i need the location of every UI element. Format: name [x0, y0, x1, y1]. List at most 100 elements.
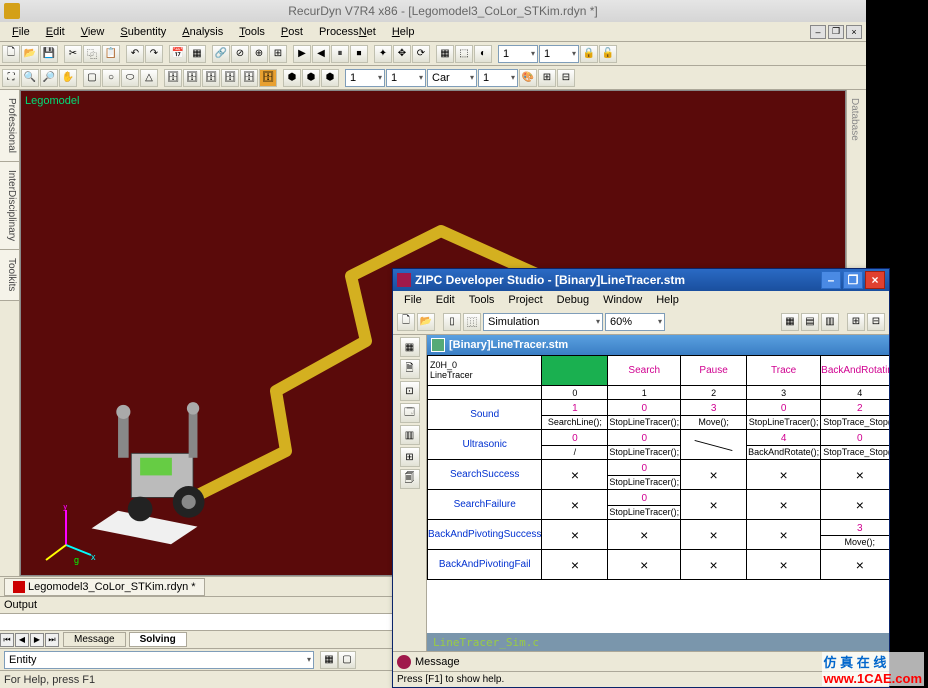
- combo-6[interactable]: 1: [478, 69, 518, 87]
- menu-post[interactable]: Post: [273, 24, 311, 40]
- unlink-icon[interactable]: ⊘: [231, 45, 249, 63]
- side-tab-interdisciplinary[interactable]: InterDisciplinary: [0, 162, 19, 250]
- stm-cell[interactable]: ×: [681, 550, 747, 580]
- stm-cell[interactable]: 0StopTrace_Stop();: [821, 430, 889, 460]
- palette-icon[interactable]: 🎨: [519, 69, 537, 87]
- zipc-menu-window[interactable]: Window: [596, 293, 649, 307]
- zipc-new-icon[interactable]: 🗋: [397, 313, 415, 331]
- stm-cell[interactable]: ×: [542, 460, 608, 490]
- output-tab-solving[interactable]: Solving: [129, 632, 187, 647]
- side-tab-database[interactable]: Database: [847, 90, 862, 149]
- zipc-lt6-icon[interactable]: ⊞: [400, 447, 420, 467]
- nav-next-icon[interactable]: ▶: [30, 633, 44, 647]
- menu-tools[interactable]: Tools: [231, 24, 273, 40]
- combo-2[interactable]: 1: [539, 45, 579, 63]
- stm-cell[interactable]: 2StopTrace_Stop();: [821, 400, 889, 430]
- redo-icon[interactable]: ↷: [145, 45, 163, 63]
- combo-1[interactable]: 1: [498, 45, 538, 63]
- side-tab-toolkits[interactable]: Toolkits: [0, 250, 19, 300]
- zipc-page-icon[interactable]: ▯: [443, 313, 461, 331]
- stm-cell[interactable]: 0StopLineTracer();: [608, 460, 681, 490]
- zipc-tb2-icon[interactable]: ▤: [801, 313, 819, 331]
- stm-cell[interactable]: ×: [747, 490, 821, 520]
- combo-car[interactable]: Car: [427, 69, 477, 87]
- sphere-icon[interactable]: ○: [102, 69, 120, 87]
- zipc-menu-tools[interactable]: Tools: [462, 293, 502, 307]
- grid3-icon[interactable]: ⊟: [557, 69, 575, 87]
- zipc-maximize-button[interactable]: ❐: [843, 271, 863, 289]
- zipc-lt2-icon[interactable]: 🗎: [400, 359, 420, 379]
- entity-combo[interactable]: Entity: [4, 651, 314, 669]
- plot-icon[interactable]: ▦: [188, 45, 206, 63]
- playrev-icon[interactable]: ◀: [312, 45, 330, 63]
- combo-4[interactable]: 1: [386, 69, 426, 87]
- pause-icon[interactable]: ⏸: [331, 45, 349, 63]
- menu-subentity[interactable]: Subentity: [112, 24, 174, 40]
- zipc-lt4-icon[interactable]: 🗔: [400, 403, 420, 423]
- stm-col-header[interactable]: [542, 356, 608, 386]
- stm-cell[interactable]: ×: [747, 460, 821, 490]
- cube3-icon[interactable]: ⬢: [321, 69, 339, 87]
- axis-icon[interactable]: ✦: [374, 45, 392, 63]
- zipc-lt1-icon[interactable]: ▦: [400, 337, 420, 357]
- mesh-icon[interactable]: ▦: [436, 45, 454, 63]
- zoom-out-icon[interactable]: 🔎: [40, 69, 58, 87]
- stm-row-header[interactable]: Ultrasonic: [428, 430, 542, 460]
- paste-icon[interactable]: 📋: [102, 45, 120, 63]
- stm-cell[interactable]: 0StopLineTracer();: [747, 400, 821, 430]
- wire-icon[interactable]: ⬚: [455, 45, 473, 63]
- move-icon[interactable]: ✥: [393, 45, 411, 63]
- cube2-icon[interactable]: ⬢: [302, 69, 320, 87]
- box-icon[interactable]: ▢: [83, 69, 101, 87]
- undo-icon[interactable]: ↶: [126, 45, 144, 63]
- menu-processnet[interactable]: ProcessNet: [311, 24, 384, 40]
- zipc-lt5-icon[interactable]: ▥: [400, 425, 420, 445]
- stm-cell[interactable]: 4BackAndRotate();: [747, 430, 821, 460]
- calendar-icon[interactable]: 📅: [169, 45, 187, 63]
- link-icon[interactable]: 🔗: [212, 45, 230, 63]
- stm-row-header[interactable]: SearchSuccess: [428, 460, 542, 490]
- menu-view[interactable]: View: [73, 24, 113, 40]
- stm-cell[interactable]: ×: [821, 490, 889, 520]
- stm-col-header[interactable]: Trace: [747, 356, 821, 386]
- stm-cell[interactable]: ×: [821, 460, 889, 490]
- output-tab-message[interactable]: Message: [63, 632, 126, 647]
- stm-cell[interactable]: ×: [681, 460, 747, 490]
- db1-icon[interactable]: 🗄: [164, 69, 182, 87]
- db2-icon[interactable]: 🗄: [183, 69, 201, 87]
- rotate-icon[interactable]: ⟳: [412, 45, 430, 63]
- lock2-icon[interactable]: 🔓: [599, 45, 617, 63]
- stm-cell[interactable]: ×: [821, 550, 889, 580]
- sim-source-tab[interactable]: LineTracer_Sim.c: [427, 633, 889, 651]
- zipc-menu-edit[interactable]: Edit: [429, 293, 462, 307]
- open-icon[interactable]: 📂: [21, 45, 39, 63]
- stm-cell[interactable]: ×: [747, 520, 821, 550]
- child-restore-button[interactable]: ❐: [828, 25, 844, 39]
- stm-grid[interactable]: Z0H_0LineTracerSearchPauseTraceBackAndRo…: [427, 355, 889, 633]
- cube1-icon[interactable]: ⬢: [283, 69, 301, 87]
- stm-cell[interactable]: ×: [608, 550, 681, 580]
- stm-row-header[interactable]: BackAndPivotingFail: [428, 550, 542, 580]
- cyl-icon[interactable]: ⬭: [121, 69, 139, 87]
- stm-col-header[interactable]: Pause: [681, 356, 747, 386]
- db6-icon[interactable]: 🗄: [259, 69, 277, 87]
- stm-col-header[interactable]: Search: [608, 356, 681, 386]
- stm-cell[interactable]: ×: [608, 520, 681, 550]
- zipc-tb3-icon[interactable]: ▥: [821, 313, 839, 331]
- stm-cell[interactable]: [681, 430, 747, 460]
- target-icon[interactable]: ⊕: [250, 45, 268, 63]
- child-close-button[interactable]: ×: [846, 25, 862, 39]
- cut-icon[interactable]: ✂: [64, 45, 82, 63]
- db4-icon[interactable]: 🗄: [221, 69, 239, 87]
- db3-icon[interactable]: 🗄: [202, 69, 220, 87]
- grid2-icon[interactable]: ⊞: [538, 69, 556, 87]
- doc-tab-legomodel[interactable]: Legomodel3_CoLor_STKim.rdyn *: [4, 578, 205, 596]
- combo-3[interactable]: 1: [345, 69, 385, 87]
- menu-help[interactable]: Help: [384, 24, 423, 40]
- zipc-tb4-icon[interactable]: ⊞: [847, 313, 865, 331]
- pan-icon[interactable]: ✋: [59, 69, 77, 87]
- zipc-mode-combo[interactable]: Simulation: [483, 313, 603, 331]
- zipc-lt7-icon[interactable]: 🗐: [400, 469, 420, 489]
- stm-cell[interactable]: 0StopLineTracer();: [608, 430, 681, 460]
- zipc-layout-icon[interactable]: ⿲: [463, 313, 481, 331]
